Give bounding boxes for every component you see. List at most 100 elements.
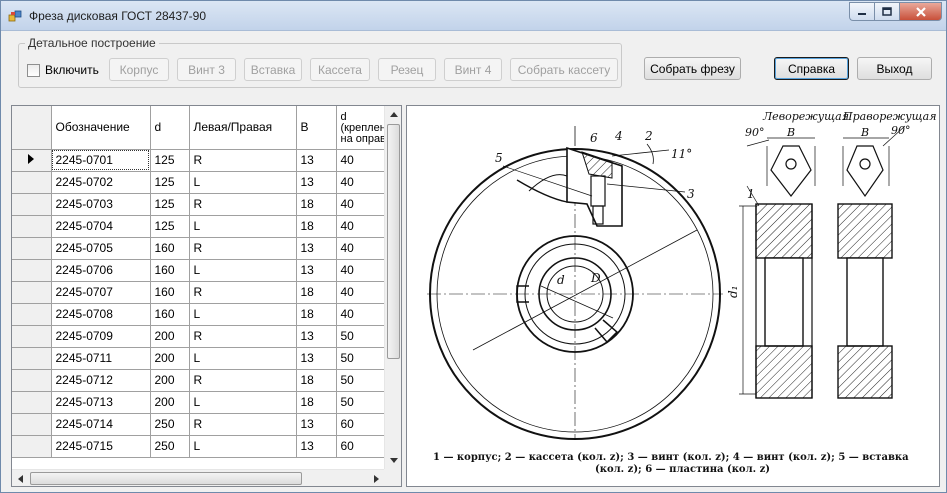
cell-arbor-d[interactable]: 40 [336, 303, 391, 326]
table-row[interactable]: 2245-0705 160 R 13 40 [12, 237, 391, 260]
cell-designation[interactable]: 2245-0713 [51, 391, 151, 414]
table-row[interactable]: 2245-0712 200 R 18 50 [12, 369, 391, 392]
table-row[interactable]: 2245-0711 200 L 13 50 [12, 347, 391, 370]
row-header[interactable] [12, 413, 52, 436]
cell-arbor-d[interactable]: 50 [336, 347, 391, 370]
table-row[interactable]: 2245-0703 125 R 18 40 [12, 193, 391, 216]
cell-designation[interactable]: 2245-0707 [51, 281, 151, 304]
cell-d[interactable]: 125 [150, 215, 190, 238]
cell-arbor-d[interactable]: 50 [336, 391, 391, 414]
insert-button[interactable]: Вставка [244, 58, 302, 81]
cell-hand[interactable]: L [189, 391, 297, 414]
cell-arbor-d[interactable]: 40 [336, 237, 391, 260]
cell-arbor-d[interactable]: 60 [336, 435, 391, 458]
cell-designation[interactable]: 2245-0702 [51, 171, 151, 194]
cell-arbor-d[interactable]: 40 [336, 171, 391, 194]
table-row[interactable]: 2245-0714 250 R 13 60 [12, 413, 391, 436]
table-row[interactable]: 2245-0715 250 L 13 60 [12, 435, 391, 458]
cell-hand[interactable]: R [189, 281, 297, 304]
enable-checkbox-wrap[interactable]: Включить [27, 63, 99, 77]
cell-hand[interactable]: R [189, 193, 297, 216]
cell-designation[interactable]: 2245-0711 [51, 347, 151, 370]
cell-arbor-d[interactable]: 50 [336, 325, 391, 348]
cell-hand[interactable]: L [189, 303, 297, 326]
cell-hand[interactable]: L [189, 347, 297, 370]
cell-designation[interactable]: 2245-0709 [51, 325, 151, 348]
row-header[interactable] [12, 325, 52, 348]
row-header[interactable] [12, 281, 52, 304]
row-header[interactable] [12, 435, 52, 458]
cell-d[interactable]: 125 [150, 193, 190, 216]
cell-b[interactable]: 13 [296, 171, 337, 194]
cell-b[interactable]: 13 [296, 149, 337, 172]
cell-b[interactable]: 13 [296, 435, 337, 458]
cell-d[interactable]: 200 [150, 369, 190, 392]
cell-hand[interactable]: R [189, 149, 297, 172]
cell-b[interactable]: 13 [296, 237, 337, 260]
cell-d[interactable]: 125 [150, 171, 190, 194]
cell-hand[interactable]: R [189, 325, 297, 348]
cell-b[interactable]: 13 [296, 259, 337, 282]
row-header[interactable] [12, 369, 52, 392]
cell-b[interactable]: 18 [296, 193, 337, 216]
row-header[interactable] [12, 237, 52, 260]
scroll-up-arrow[interactable] [385, 106, 401, 123]
cell-d[interactable]: 250 [150, 435, 190, 458]
cell-b[interactable]: 18 [296, 369, 337, 392]
title-bar[interactable]: Фреза дисковая ГОСТ 28437-90 [1, 1, 946, 31]
table-row[interactable]: 2245-0706 160 L 13 40 [12, 259, 391, 282]
row-header[interactable] [12, 259, 52, 282]
cell-d[interactable]: 200 [150, 391, 190, 414]
cell-d[interactable]: 160 [150, 281, 190, 304]
cutter-table[interactable]: Обозначение d Левая/Правая B d (креплен … [11, 105, 402, 487]
cell-arbor-d[interactable]: 40 [336, 281, 391, 304]
cell-b[interactable]: 18 [296, 215, 337, 238]
cell-b[interactable]: 18 [296, 303, 337, 326]
body-button[interactable]: Корпус [109, 58, 169, 81]
column-header-designation[interactable]: Обозначение [51, 106, 151, 150]
scroll-down-arrow[interactable] [385, 452, 401, 469]
scroll-right-arrow[interactable] [368, 470, 385, 486]
exit-button[interactable]: Выход [857, 57, 932, 80]
cell-hand[interactable]: L [189, 435, 297, 458]
cell-designation[interactable]: 2245-0712 [51, 369, 151, 392]
cell-b[interactable]: 18 [296, 281, 337, 304]
vertical-scroll-thumb[interactable] [387, 124, 400, 359]
cell-arbor-d[interactable]: 40 [336, 215, 391, 238]
cell-arbor-d[interactable]: 60 [336, 413, 391, 436]
table-row[interactable]: 2245-0702 125 L 13 40 [12, 171, 391, 194]
table-row[interactable]: 2245-0701 125 R 13 40 [12, 149, 391, 172]
row-header[interactable] [12, 347, 52, 370]
assemble-cassette-button[interactable]: Собрать кассету [510, 58, 618, 81]
row-header[interactable] [12, 193, 52, 216]
column-header-b[interactable]: B [296, 106, 337, 150]
enable-checkbox-label[interactable]: Включить [45, 63, 99, 77]
cell-b[interactable]: 13 [296, 347, 337, 370]
cell-designation[interactable]: 2245-0708 [51, 303, 151, 326]
cell-designation[interactable]: 2245-0715 [51, 435, 151, 458]
cell-hand[interactable]: R [189, 237, 297, 260]
cell-d[interactable]: 160 [150, 259, 190, 282]
cell-designation[interactable]: 2245-0706 [51, 259, 151, 282]
table-row[interactable]: 2245-0709 200 R 13 50 [12, 325, 391, 348]
cassette-button[interactable]: Кассета [310, 58, 370, 81]
cell-hand[interactable]: R [189, 369, 297, 392]
cell-hand[interactable]: L [189, 259, 297, 282]
row-header[interactable] [12, 171, 52, 194]
cell-b[interactable]: 13 [296, 325, 337, 348]
row-header[interactable] [12, 215, 52, 238]
cell-arbor-d[interactable]: 40 [336, 259, 391, 282]
cell-d[interactable]: 160 [150, 303, 190, 326]
cell-designation[interactable]: 2245-0714 [51, 413, 151, 436]
table-row[interactable]: 2245-0707 160 R 18 40 [12, 281, 391, 304]
cell-b[interactable]: 18 [296, 391, 337, 414]
row-header[interactable] [12, 149, 52, 172]
cell-d[interactable]: 200 [150, 325, 190, 348]
column-header-arbor-d[interactable]: d (креплен на оправ [336, 106, 391, 150]
cell-d[interactable]: 200 [150, 347, 190, 370]
cell-designation[interactable]: 2245-0703 [51, 193, 151, 216]
cell-designation[interactable]: 2245-0704 [51, 215, 151, 238]
help-button[interactable]: Справка [774, 57, 849, 80]
table-row[interactable]: 2245-0713 200 L 18 50 [12, 391, 391, 414]
minimize-button[interactable] [849, 2, 874, 21]
